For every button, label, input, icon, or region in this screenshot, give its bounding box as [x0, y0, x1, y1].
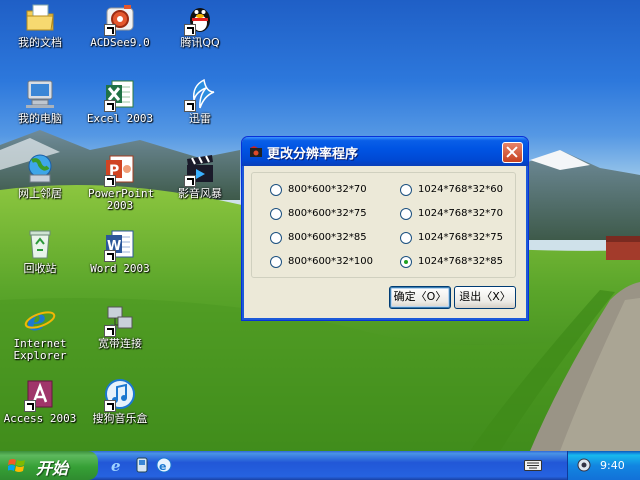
resolution-dialog: 更改分辨率程序 800*600*32*70 800*600*32*75 800*…	[241, 136, 529, 321]
option-label: 800*600*32*75	[288, 208, 367, 219]
desktop-icon-word[interactable]: W Word 2003	[80, 228, 160, 275]
desktop-icon-label: ACDSee9.0	[90, 36, 150, 49]
radio-button[interactable]	[400, 232, 412, 244]
shortcut-arrow-icon	[104, 100, 116, 112]
desktop-icon-label: Excel 2003	[86, 112, 154, 125]
app-icon	[250, 146, 262, 157]
quicklaunch-media-icon[interactable]	[134, 457, 150, 473]
desktop-icon-label: Internet Explorer	[13, 337, 67, 362]
option-label: 1024*768*32*75	[418, 232, 503, 243]
desktop-icon-media-storm[interactable]: 影音风暴	[160, 153, 240, 200]
desktop-icon-access[interactable]: Access 2003	[0, 378, 80, 425]
desktop-icon-label: 回收站	[23, 262, 57, 275]
shortcut-arrow-icon	[104, 250, 116, 262]
radio-button-selected[interactable]	[400, 256, 412, 268]
desktop-icon-label: 网上邻居	[18, 187, 62, 200]
desktop-icon-my-computer[interactable]: 我的电脑	[0, 78, 80, 125]
shortcut-arrow-icon	[184, 24, 196, 36]
radio-button[interactable]	[270, 208, 282, 220]
svg-text:e: e	[111, 457, 121, 473]
desktop-icon-label: 腾讯QQ	[180, 36, 220, 49]
option-label: 800*600*32*85	[288, 232, 367, 243]
shortcut-arrow-icon	[24, 400, 36, 412]
shortcut-arrow-icon	[184, 175, 196, 187]
desktop-icon-label: 影音风暴	[178, 187, 222, 200]
start-label: 开始	[36, 459, 69, 478]
ok-button[interactable]: 确定〈O〉	[389, 286, 451, 309]
close-button[interactable]	[502, 142, 523, 163]
radio-button[interactable]	[400, 184, 412, 196]
taskbar: 开始 e e 9:40	[0, 451, 640, 480]
dialog-titlebar[interactable]: 更改分辨率程序	[242, 137, 528, 166]
exit-button[interactable]: 退出〈X〉	[454, 286, 516, 309]
desktop-icon-label: 我的文档	[18, 36, 62, 49]
option-label: 1024*768*32*85	[418, 256, 503, 267]
desktop-icon-thunder[interactable]: 迅雷	[160, 78, 240, 125]
desktop-icon-label: 迅雷	[189, 112, 211, 125]
windows-logo-icon	[8, 459, 25, 472]
resolution-options-group: 800*600*32*70 800*600*32*75 800*600*32*8…	[251, 172, 516, 278]
desktop-icon-label: 我的电脑	[18, 112, 62, 125]
shortcut-arrow-icon	[104, 400, 116, 412]
desktop-icon-broadband-connection[interactable]: 宽带连接	[80, 303, 160, 350]
desktop-icon-my-documents[interactable]: 我的文档	[0, 2, 80, 49]
radio-button[interactable]	[270, 232, 282, 244]
desktop-icon-label: 搜狗音乐盒	[92, 412, 148, 425]
desktop-icon-label: 宽带连接	[98, 337, 142, 350]
desktop-icon-acdsee[interactable]: ACDSee9.0	[80, 2, 160, 49]
dialog-title: 更改分辨率程序	[267, 147, 359, 162]
option-label: 800*600*32*100	[288, 256, 373, 267]
option-label: 800*600*32*70	[288, 184, 367, 195]
desktop-icon-label: Word 2003	[90, 262, 150, 275]
radio-button[interactable]	[400, 208, 412, 220]
shortcut-arrow-icon	[104, 175, 116, 187]
clock: 9:40	[600, 459, 625, 472]
desktop-icon-excel[interactable]: Excel 2003	[80, 78, 160, 125]
radio-button[interactable]	[270, 256, 282, 268]
desktop-icon-recycle-bin[interactable]: 回收站	[0, 228, 80, 275]
desktop-icon-label: Access 2003	[3, 412, 77, 425]
desktop-icon-internet-explorer[interactable]: e Internet Explorer	[0, 303, 80, 362]
desktop-icon-network-places[interactable]: 网上邻居	[0, 153, 80, 200]
radio-button[interactable]	[270, 184, 282, 196]
desktop-icon-powerpoint[interactable]: P PowerPoint 2003	[80, 153, 160, 212]
quicklaunch-ie-icon[interactable]: e	[110, 457, 126, 473]
desktop-icon-qq[interactable]: 腾讯QQ	[160, 2, 240, 49]
option-label: 1024*768*32*60	[418, 184, 503, 195]
option-label: 1024*768*32*70	[418, 208, 503, 219]
shortcut-arrow-icon	[184, 100, 196, 112]
tray-app-icon[interactable]	[577, 458, 591, 472]
keyboard-icon[interactable]	[524, 460, 542, 471]
svg-text:e: e	[159, 460, 166, 473]
shortcut-arrow-icon	[104, 24, 116, 36]
start-button[interactable]: 开始	[0, 451, 98, 480]
shortcut-arrow-icon	[104, 325, 116, 337]
desktop-icon-sogou-music[interactable]: 搜狗音乐盒	[80, 378, 160, 425]
quicklaunch-desktop-icon[interactable]: e	[156, 457, 172, 473]
desktop-icon-label: PowerPoint 2003	[88, 187, 155, 212]
